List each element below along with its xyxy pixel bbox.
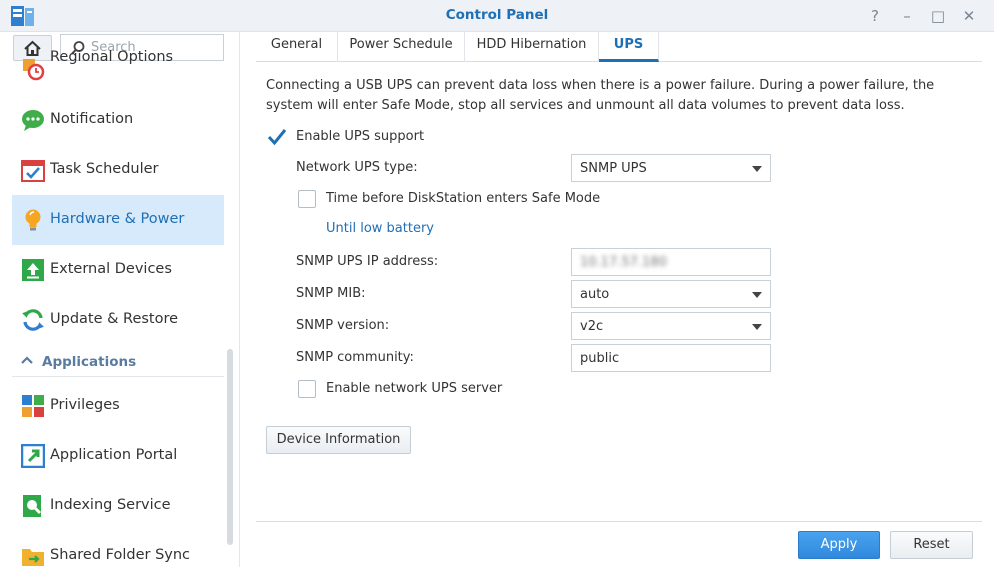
sidebar-item-label: Privileges	[50, 397, 120, 413]
sidebar-item-indexing-service[interactable]: Indexing Service	[12, 481, 224, 531]
refresh-icon	[22, 309, 44, 331]
magnifier-doc-icon	[23, 495, 42, 517]
input-value: public	[580, 351, 620, 366]
time-before-safe-mode-label: Time before DiskStation enters Safe Mode	[326, 191, 601, 206]
reset-button[interactable]: Reset	[890, 531, 973, 559]
sidebar-item-label: Indexing Service	[50, 497, 171, 513]
privileges-icon	[22, 395, 44, 417]
enable-network-ups-server-checkbox[interactable]	[298, 380, 316, 398]
sidebar-item-shared-folder-sync[interactable]: Shared Folder Sync	[12, 531, 224, 567]
sidebar-item-regional-options[interactable]: Regional Options	[12, 45, 224, 95]
sidebar-item-task-scheduler[interactable]: Task Scheduler	[12, 145, 224, 195]
enable-ups-label: Enable UPS support	[296, 129, 425, 144]
snmp-mib-label: SNMP MIB:	[296, 286, 366, 301]
sidebar-item-hardware-power[interactable]: Hardware & Power	[12, 195, 224, 245]
maximize-icon[interactable]: □	[928, 6, 948, 26]
sidebar-item-label: External Devices	[50, 261, 172, 277]
sidebar-item-label: Hardware & Power	[50, 211, 185, 227]
calendar-check-icon	[21, 160, 45, 182]
folder-sync-icon	[22, 549, 44, 566]
device-information-button[interactable]: Device Information	[266, 426, 411, 454]
input-value: 10.17.57.180	[580, 255, 667, 270]
tab-general[interactable]: General	[256, 32, 338, 62]
sidebar-item-privileges[interactable]: Privileges	[12, 381, 224, 431]
tab-hdd-hibernation[interactable]: HDD Hibernation	[465, 32, 599, 62]
portal-arrow-icon	[21, 444, 45, 468]
sidebar-item-label: Shared Folder Sync	[50, 547, 191, 563]
select-value: v2c	[580, 319, 604, 334]
until-low-battery-link[interactable]: Until low battery	[326, 221, 434, 236]
snmp-mib-select[interactable]: auto	[571, 280, 771, 308]
sidebar-item-label: Regional Options	[50, 49, 174, 65]
snmp-version-select[interactable]: v2c	[571, 312, 771, 340]
chat-bubble-icon	[22, 110, 44, 131]
enable-ups-checkbox[interactable]	[267, 128, 287, 146]
snmp-ip-label: SNMP UPS IP address:	[296, 254, 439, 269]
tab-bar: General Power Schedule HDD Hibernation U…	[256, 32, 982, 62]
sidebar-item-update-restore[interactable]: Update & Restore	[12, 295, 224, 345]
title-bar: Control Panel ? – □ ✕	[0, 0, 994, 32]
sidebar: Search Regional Options Notification Tas…	[0, 32, 240, 567]
window-title: Control Panel	[445, 7, 549, 23]
select-value: auto	[580, 287, 610, 302]
snmp-community-input[interactable]: public	[571, 344, 771, 372]
sidebar-item-application-portal[interactable]: Application Portal	[12, 431, 224, 481]
snmp-version-label: SNMP version:	[296, 318, 390, 333]
sidebar-scrollbar[interactable]	[227, 349, 233, 545]
sidebar-item-notification[interactable]: Notification	[12, 95, 224, 145]
upload-arrow-icon	[22, 259, 44, 281]
network-ups-type-label: Network UPS type:	[296, 160, 418, 175]
dropdown-caret-icon	[752, 324, 762, 330]
footer-divider	[256, 521, 982, 522]
time-before-safe-mode-checkbox[interactable]	[298, 190, 316, 208]
sidebar-item-label: Update & Restore	[50, 311, 179, 327]
checkmark-icon	[267, 129, 287, 146]
apply-button[interactable]: Apply	[798, 531, 880, 559]
dropdown-caret-icon	[752, 166, 762, 172]
sidebar-item-label: Notification	[50, 111, 134, 127]
section-label: Applications	[42, 354, 137, 370]
sidebar-item-label: Application Portal	[50, 447, 178, 463]
chevron-up-icon	[21, 356, 33, 364]
minimize-icon[interactable]: –	[897, 6, 917, 26]
enable-network-ups-server-label: Enable network UPS server	[326, 381, 503, 396]
clock-flag-icon	[23, 59, 45, 81]
tab-power-schedule[interactable]: Power Schedule	[338, 32, 465, 62]
sidebar-item-label: Task Scheduler	[50, 161, 159, 177]
lightbulb-icon	[25, 209, 41, 231]
sidebar-item-external-devices[interactable]: External Devices	[12, 245, 224, 295]
snmp-ip-input[interactable]: 10.17.57.180	[571, 248, 771, 276]
help-icon[interactable]: ?	[865, 6, 885, 26]
section-applications[interactable]: Applications	[12, 345, 224, 377]
ups-description: Connecting a USB UPS can prevent data lo…	[266, 78, 935, 113]
network-ups-type-select[interactable]: SNMP UPS	[571, 154, 771, 182]
select-value: SNMP UPS	[580, 161, 647, 176]
snmp-community-label: SNMP community:	[296, 350, 414, 365]
tab-ups[interactable]: UPS	[599, 32, 659, 62]
close-icon[interactable]: ✕	[959, 6, 979, 26]
dropdown-caret-icon	[752, 292, 762, 298]
